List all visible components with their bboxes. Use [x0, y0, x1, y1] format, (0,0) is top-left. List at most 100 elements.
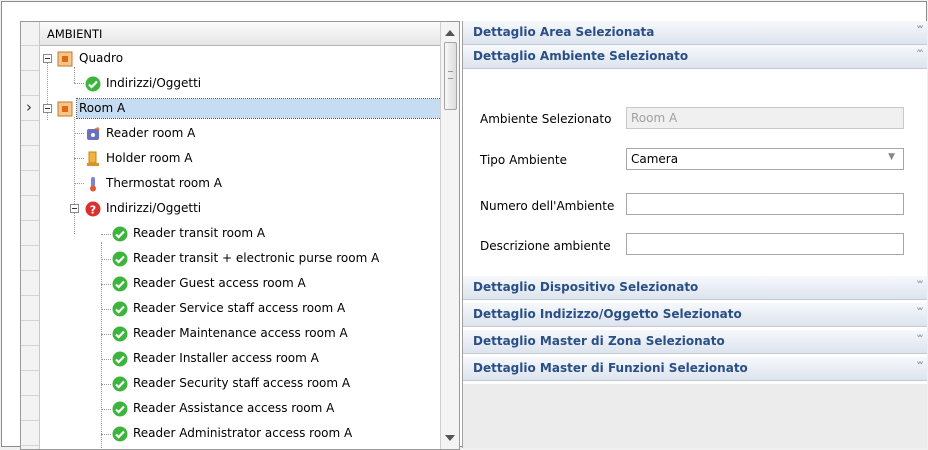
descrizione-field[interactable]: [626, 233, 904, 255]
row-indicator[interactable]: [21, 172, 39, 196]
tree-line: [101, 359, 111, 360]
row-indicator[interactable]: [21, 22, 39, 46]
tree-row[interactable]: Quadro: [40, 46, 440, 71]
check-icon: [112, 276, 128, 292]
check-icon: [112, 226, 128, 242]
tree-row[interactable]: Reader Service staff access room A: [40, 296, 440, 321]
tree-row[interactable]: Reader Assistance access room A: [40, 396, 440, 421]
scroll-down-icon[interactable]: [445, 435, 455, 441]
check-icon: [112, 251, 128, 267]
tree-row[interactable]: Indirizzi/Oggetti: [40, 71, 440, 96]
collapse-icon[interactable]: ˄˄: [916, 48, 924, 61]
row-indicator[interactable]: [21, 422, 39, 446]
reader-icon: [87, 127, 100, 140]
row-indicator[interactable]: [21, 147, 39, 171]
tree-line: [101, 334, 111, 335]
check-icon: [112, 426, 128, 442]
panel-ambiente-header[interactable]: Dettaglio Ambiente Selezionato ˄˄: [463, 45, 927, 69]
row-indicator[interactable]: [21, 122, 39, 146]
tree-panel: AMBIENTI Quadro Indirizzi/Oggetti: [20, 21, 460, 450]
tree-item-label: Thermostat room A: [106, 176, 222, 190]
tree-row[interactable]: Reader transit + electronic purse room A: [40, 246, 440, 271]
dropdown-arrow-icon[interactable]: ▼: [888, 152, 895, 162]
expand-icon[interactable]: ˅˅: [916, 24, 924, 37]
row-indicator[interactable]: [21, 397, 39, 421]
panel-dispositivo-header[interactable]: Dettaglio Dispositivo Selezionato ˅˅: [463, 276, 927, 300]
tree-item-label: Reader transit + electronic purse room A: [133, 251, 380, 265]
tree-scrollbar[interactable]: [440, 22, 459, 449]
panel-area-header[interactable]: Dettaglio Area Selezionata ˅˅: [463, 21, 927, 45]
collapse-toggle[interactable]: [43, 54, 52, 63]
row-indicator[interactable]: [21, 247, 39, 271]
check-icon: [112, 376, 128, 392]
empty-area: [463, 384, 927, 448]
panel-area-title: Dettaglio Area Selezionata: [473, 25, 655, 39]
window: AMBIENTI Quadro Indirizzi/Oggetti: [1, 1, 927, 450]
tree-item-label: Quadro: [79, 51, 124, 65]
expand-icon[interactable]: ˅˅: [916, 306, 924, 319]
tipo-select[interactable]: Camera ▼: [626, 148, 904, 170]
panel-icon: [57, 51, 73, 67]
thermostat-icon: [90, 177, 96, 192]
tree-row[interactable]: Reader Guest access room A: [40, 271, 440, 296]
check-icon: [112, 326, 128, 342]
tree-row[interactable]: Reader room A: [40, 121, 440, 146]
scroll-up-icon[interactable]: [445, 30, 455, 36]
panel-master-zona-title: Dettaglio Master di Zona Selezionato: [473, 334, 725, 348]
tree-row[interactable]: Reader Security staff access room A: [40, 371, 440, 396]
scroll-thumb[interactable]: [444, 42, 457, 110]
panel-master-zona-header[interactable]: Dettaglio Master di Zona Selezionato ˅˅: [463, 330, 927, 354]
panel-dispositivo-title: Dettaglio Dispositivo Selezionato: [473, 280, 699, 294]
tree-row[interactable]: Reader transit room A: [40, 221, 440, 246]
row-indicator[interactable]: [21, 322, 39, 346]
row-indicator-gutter: [21, 22, 40, 449]
row-indicator[interactable]: [21, 297, 39, 321]
collapse-toggle[interactable]: [70, 204, 79, 213]
tree-row[interactable]: ? Indirizzi/Oggetti: [40, 196, 440, 221]
tree-row[interactable]: Reader Maintenance access room A: [40, 321, 440, 346]
expand-icon[interactable]: ˅˅: [916, 360, 924, 373]
panel-indirizzo-header[interactable]: Dettaglio Indizizzo/Oggetto Selezionato ˅…: [463, 303, 927, 327]
tree-item-label: Indirizzi/Oggetti: [106, 201, 202, 215]
ambiente-label: Ambiente Selezionato: [480, 112, 612, 126]
row-indicator[interactable]: [21, 97, 39, 121]
ambiente-form: Ambiente Selezionato Room A Tipo Ambient…: [463, 69, 927, 272]
tree-item-label: Reader transit room A: [133, 226, 266, 240]
holder-icon: [87, 151, 99, 166]
row-indicator[interactable]: [21, 272, 39, 296]
tree-header-label: AMBIENTI: [47, 27, 103, 41]
row-indicator[interactable]: [21, 47, 39, 71]
tree-row[interactable]: Thermostat room A: [40, 171, 440, 196]
panel-indirizzo-title: Dettaglio Indizizzo/Oggetto Selezionato: [473, 307, 742, 321]
row-indicator[interactable]: [21, 372, 39, 396]
question-icon: ?: [85, 201, 101, 217]
check-icon: [85, 76, 101, 92]
tree-line: [101, 234, 111, 235]
panel-master-funzioni-header[interactable]: Dettaglio Master di Funzioni Selezionato…: [463, 357, 927, 381]
tree-item-label: Reader Installer access room A: [133, 351, 319, 365]
panel-master-funzioni-title: Dettaglio Master di Funzioni Selezionato: [473, 361, 748, 375]
tree-item-label: Reader Guest access room A: [133, 276, 306, 290]
tree-header[interactable]: AMBIENTI: [40, 22, 440, 46]
check-icon: [112, 351, 128, 367]
tree-item-label: Room A: [76, 98, 442, 119]
tree-row[interactable]: Reader Administrator access room A: [40, 421, 440, 446]
tree-item-label: Reader Assistance access room A: [133, 401, 335, 415]
expand-icon[interactable]: ˅˅: [916, 279, 924, 292]
row-indicator[interactable]: [21, 222, 39, 246]
check-icon: [112, 301, 128, 317]
tree-row[interactable]: Reader Installer access room A: [40, 346, 440, 371]
row-indicator[interactable]: [21, 347, 39, 371]
tree-row[interactable]: Holder room A: [40, 146, 440, 171]
tipo-label: Tipo Ambiente: [480, 153, 567, 167]
numero-field[interactable]: [626, 193, 904, 215]
row-indicator[interactable]: [21, 197, 39, 221]
tree-row-selected[interactable]: Room A: [40, 96, 442, 121]
tree-item-label: Reader Administrator access room A: [133, 426, 353, 440]
details-panel: Dettaglio Area Selezionata ˅˅ Dettaglio A…: [462, 21, 927, 448]
tipo-value: Camera: [631, 152, 679, 166]
panel-icon: [57, 101, 73, 117]
expand-icon[interactable]: ˅˅: [916, 333, 924, 346]
row-indicator[interactable]: [21, 72, 39, 96]
collapse-toggle[interactable]: [43, 104, 52, 113]
